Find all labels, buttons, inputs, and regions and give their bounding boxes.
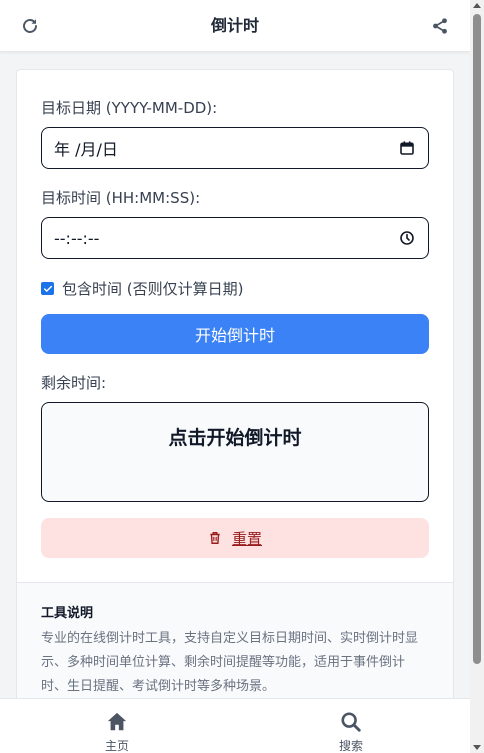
- nav-search-label: 搜索: [338, 739, 363, 753]
- countdown-card: 目标日期 (YYYY-MM-DD): 年 /月/日 目标时间 (HH:MM:SS…: [16, 69, 454, 709]
- check-icon: [43, 285, 52, 292]
- date-input-value: 年 /月/日: [54, 140, 118, 159]
- nav-search[interactable]: 搜索: [321, 711, 381, 753]
- countdown-message: 点击开始倒计时: [168, 427, 302, 449]
- remaining-label: 剩余时间:: [41, 374, 107, 392]
- share-button[interactable]: [428, 14, 452, 38]
- time-input[interactable]: --:--:--: [41, 217, 429, 259]
- nav-home-label: 主页: [104, 739, 129, 753]
- countdown-display: 点击开始倒计时: [41, 402, 429, 502]
- page: 倒计时 目标日期 (YYYY-MM-DD): 年 /月/日 目标时间 (HH:M…: [0, 0, 484, 753]
- include-time-label: 包含时间 (否则仅计算日期): [62, 280, 244, 298]
- reset-button[interactable]: 重置: [41, 518, 429, 558]
- scrollbar-thumb[interactable]: [473, 14, 481, 664]
- search-icon: [341, 712, 361, 732]
- scroll-up-icon[interactable]: [473, 3, 481, 8]
- share-icon: [433, 18, 447, 34]
- app-header: 倒计时: [0, 0, 470, 52]
- info-title: 工具说明: [41, 606, 94, 621]
- clock-icon[interactable]: [398, 229, 416, 247]
- scrollbar[interactable]: [470, 0, 484, 753]
- time-input-value: --:--:--: [54, 228, 100, 248]
- calendar-icon[interactable]: [398, 139, 416, 157]
- time-label: 目标时间 (HH:MM:SS):: [41, 189, 201, 207]
- date-input[interactable]: 年 /月/日: [41, 127, 429, 169]
- home-icon: [107, 712, 127, 731]
- trash-icon: [210, 532, 220, 544]
- include-time-row: 包含时间 (否则仅计算日期): [41, 278, 243, 299]
- include-time-checkbox[interactable]: [41, 282, 54, 295]
- date-label: 目标日期 (YYYY-MM-DD):: [41, 99, 218, 117]
- nav-home[interactable]: 主页: [87, 711, 147, 753]
- tool-info-section: 工具说明 专业的在线倒计时工具，支持自定义目标日期时间、实时倒计时显示、多种时间…: [17, 582, 453, 708]
- scroll-down-icon[interactable]: [473, 745, 481, 750]
- page-title: 倒计时: [210, 16, 259, 35]
- reset-button-label: 重置: [231, 529, 262, 548]
- info-body: 专业的在线倒计时工具，支持自定义目标日期时间、实时倒计时显示、多种时间单位计算、…: [41, 631, 419, 694]
- start-countdown-button[interactable]: 开始倒计时: [41, 314, 429, 354]
- bottom-nav: 主页 搜索: [0, 698, 470, 753]
